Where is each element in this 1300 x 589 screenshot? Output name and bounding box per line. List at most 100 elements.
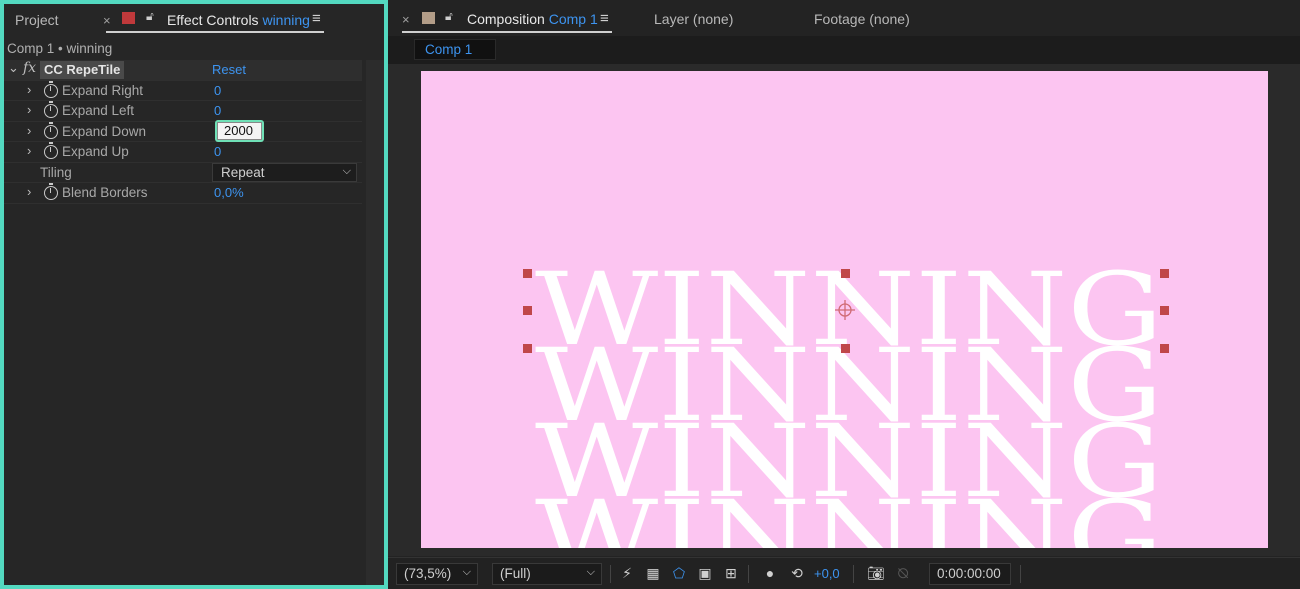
tab-layer[interactable]: Layer (none) (654, 11, 733, 27)
composition-canvas[interactable]: WINNING WINNING WINNING WINNING (421, 71, 1268, 548)
close-icon[interactable]: × (103, 13, 111, 28)
left-tab-bar: Project × 🔓︎ Effect Controls winning ≡ (4, 4, 384, 36)
panel-menu-icon[interactable]: ≡ (312, 10, 321, 27)
transform-handle[interactable] (1160, 269, 1169, 278)
active-tab-underline (402, 31, 612, 33)
fast-previews-icon[interactable]: ⚡︎ (618, 564, 636, 582)
property-label: Expand Up (62, 144, 129, 159)
transform-handle[interactable] (523, 344, 532, 353)
chevron-down-icon[interactable]: ⌄ (8, 60, 19, 76)
property-label: Blend Borders (62, 185, 148, 200)
property-label: Expand Right (62, 82, 144, 98)
property-value[interactable]: 0 (214, 83, 221, 98)
tab-footage[interactable]: Footage (none) (814, 11, 910, 27)
stopwatch-icon[interactable] (44, 101, 58, 118)
transform-handle[interactable] (841, 344, 850, 353)
value-edit-field (215, 119, 264, 142)
resolution-value: (Full) (500, 566, 531, 581)
tab-effect-controls-layer: winning (262, 12, 310, 28)
toolbar-divider (610, 565, 611, 583)
chevron-down-icon: ⌵ (342, 164, 351, 177)
composition-panel: × 🔓︎ Composition Comp 1 ≡ Layer (none) F… (388, 0, 1300, 589)
composition-navigator: Comp 1 (388, 36, 1300, 64)
chevron-right-icon[interactable]: › (27, 184, 31, 199)
zoom-value: (73,5%) (404, 566, 452, 581)
property-label: Expand Left (62, 103, 135, 118)
transform-handle[interactable] (1160, 306, 1169, 315)
guides-grid-icon[interactable]: ⊞ (722, 564, 740, 582)
effect-header-row[interactable]: ⌄ fx CC RepeTile Reset (4, 60, 362, 81)
right-tab-bar: × 🔓︎ Composition Comp 1 ≡ Layer (none) F… (388, 0, 1300, 36)
label-color-swatch (422, 12, 435, 24)
property-row-blend-borders[interactable]: › Blend Borders 0,0% (4, 183, 362, 204)
effect-controls-panel-inner: Project × 🔓︎ Effect Controls winning ≡ C… (4, 4, 384, 585)
toolbar-divider (748, 565, 749, 583)
transform-handle[interactable] (523, 306, 532, 315)
property-row-tiling[interactable]: Tiling Repeat ⌵ (4, 162, 362, 183)
transform-handle[interactable] (1160, 344, 1169, 353)
channels-icon[interactable]: ● (761, 564, 779, 582)
property-value[interactable]: 0 (214, 144, 221, 159)
close-icon[interactable]: × (402, 12, 410, 27)
tab-composition[interactable]: Composition Comp 1 (467, 11, 598, 27)
chevron-right-icon[interactable]: › (27, 143, 31, 158)
property-row-expand-left[interactable]: › Expand Left 0 (4, 101, 362, 122)
tab-effect-controls-label: Effect Controls (167, 12, 259, 28)
tab-composition-name: Comp 1 (548, 11, 598, 27)
comp-breadcrumb-tab[interactable]: Comp 1 (414, 39, 496, 60)
current-time-field[interactable]: 0:00:00:00 (929, 563, 1011, 585)
transform-handle[interactable] (841, 269, 850, 278)
repeated-text-group: WINNING WINNING WINNING WINNING (535, 251, 1163, 548)
tab-effect-controls[interactable]: Effect Controls winning (167, 12, 310, 28)
toolbar-divider (1020, 565, 1021, 583)
exposure-value[interactable]: +0,0 (814, 566, 840, 581)
property-value[interactable]: 0,0% (214, 185, 244, 200)
tab-composition-label: Composition (467, 11, 545, 27)
winning-text: WINNING (535, 479, 1163, 548)
breadcrumb: Comp 1 • winning (7, 41, 113, 56)
viewer-bottom-toolbar: (73,5%) ⌵ (Full) ⌵ ⚡︎ ▦ ⬠ ▣ ⊞ ● ⟲ +0,0 📷… (388, 557, 1300, 589)
region-of-interest-icon[interactable]: ▣ (696, 564, 714, 582)
panel-menu-icon[interactable]: ≡ (600, 10, 609, 27)
effect-name[interactable]: CC RepeTile (40, 61, 125, 79)
composition-viewer[interactable]: WINNING WINNING WINNING WINNING (388, 64, 1300, 556)
property-value[interactable]: 0 (214, 103, 221, 118)
scrollbar[interactable] (366, 60, 384, 585)
fx-icon[interactable]: fx (23, 60, 36, 76)
transparency-grid-icon[interactable]: ▦ (644, 564, 662, 582)
chevron-right-icon[interactable]: › (27, 123, 31, 138)
mask-visibility-icon[interactable]: ⬠ (670, 564, 688, 582)
property-row-expand-down[interactable]: › Expand Down (4, 119, 362, 142)
reset-exposure-icon[interactable]: ⟲ (788, 564, 806, 582)
property-row-expand-up[interactable]: › Expand Up 0 (4, 142, 362, 163)
stopwatch-icon[interactable] (44, 80, 58, 98)
expand-down-input[interactable] (217, 121, 262, 140)
chevron-right-icon[interactable]: › (27, 102, 31, 117)
tab-project[interactable]: Project (15, 12, 59, 28)
stopwatch-icon[interactable] (44, 142, 58, 159)
chevron-down-icon: ⌵ (462, 566, 471, 578)
lock-icon[interactable]: 🔓︎ (445, 9, 453, 24)
property-row-expand-right[interactable]: › Expand Right 0 (4, 80, 362, 101)
active-tab-underline (106, 31, 324, 33)
stopwatch-icon[interactable] (44, 121, 58, 139)
canvas-artwork: WINNING WINNING WINNING WINNING (421, 71, 1268, 548)
effect-controls-panel: Project × 🔓︎ Effect Controls winning ≡ C… (0, 0, 388, 589)
chevron-right-icon[interactable]: › (27, 82, 31, 97)
resolution-dropdown[interactable]: (Full) ⌵ (492, 563, 602, 585)
property-label: Tiling (40, 164, 72, 180)
reset-link[interactable]: Reset (212, 62, 246, 77)
label-color-swatch (122, 12, 135, 24)
property-label: Expand Down (62, 123, 147, 139)
stopwatch-icon[interactable] (44, 183, 58, 200)
snapshot-camera-icon[interactable]: 📷︎ (867, 564, 885, 582)
transform-handle[interactable] (523, 269, 532, 278)
zoom-dropdown[interactable]: (73,5%) ⌵ (396, 563, 478, 585)
toolbar-divider (853, 565, 854, 583)
chevron-down-icon: ⌵ (586, 566, 595, 578)
timecode-value: 0:00:00:00 (937, 566, 1001, 581)
effect-properties-list: ⌄ fx CC RepeTile Reset › Expand Right 0 … (4, 60, 362, 204)
tiling-dropdown[interactable]: Repeat ⌵ (212, 162, 357, 182)
lock-icon[interactable]: 🔓︎ (146, 9, 154, 24)
show-snapshot-icon[interactable]: ⦰ (894, 564, 912, 582)
